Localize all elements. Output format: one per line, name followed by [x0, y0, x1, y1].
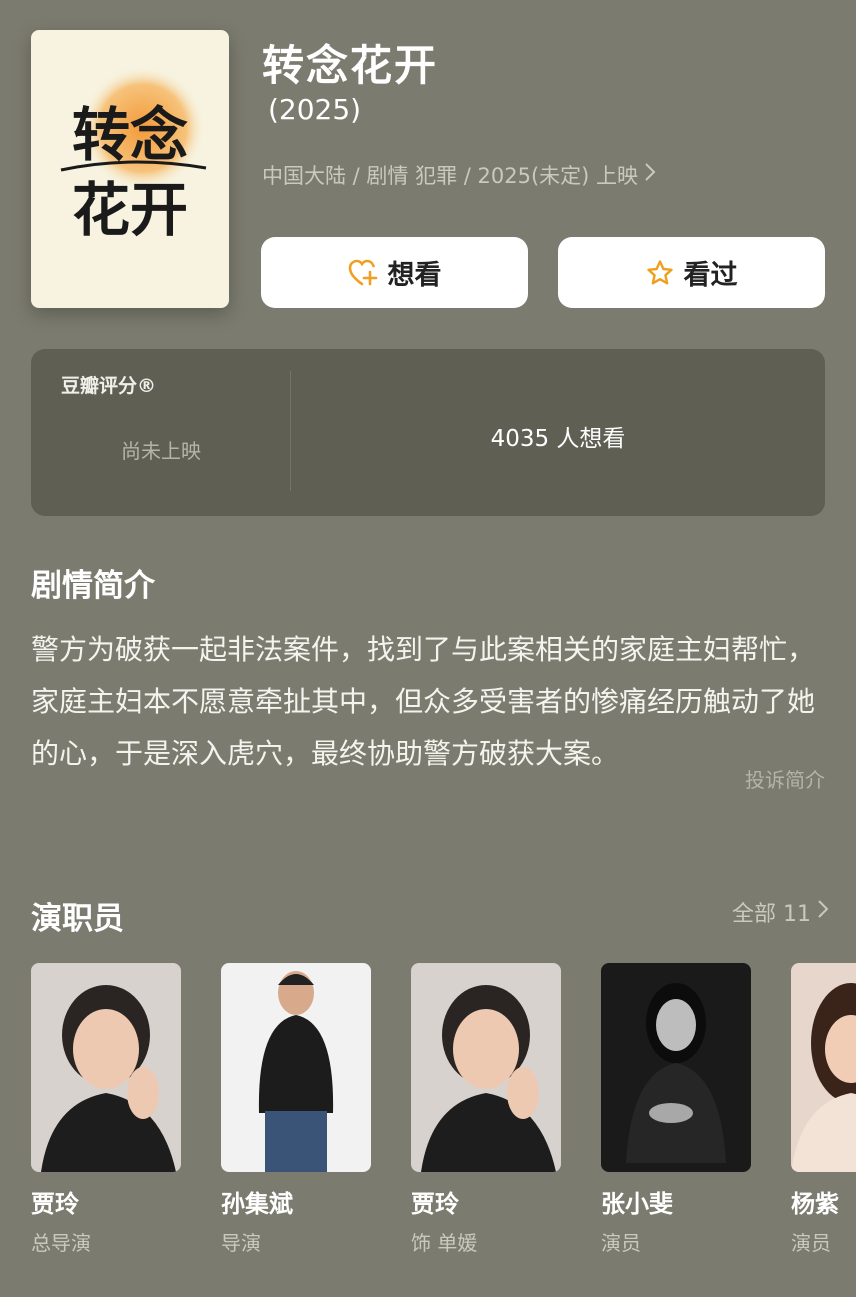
cast-card[interactable]: 杨紫 演员: [791, 963, 856, 1256]
watched-label: 看过: [683, 260, 738, 291]
cast-heading: 演职员: [31, 901, 124, 937]
poster-title-line1: 转念: [72, 101, 188, 169]
want-to-watch-label: 想看: [387, 260, 442, 291]
want-count: 4035 人想看: [490, 426, 626, 452]
cast-all-link[interactable]: 全部 11: [732, 896, 829, 928]
synopsis-body: 警方为破获一起非法案件，找到了与此案相关的家庭主妇帮忙，家庭主妇本不愿意牵扯其中…: [31, 633, 816, 770]
cast-photo: [791, 963, 856, 1172]
rating-card[interactable]: 豆瓣评分® 尚未上映 4035 人想看: [31, 349, 825, 516]
cast-name: 孙集斌: [221, 1190, 293, 1218]
star-icon: [646, 259, 674, 287]
cast-list[interactable]: 贾玲 总导演 孙集斌 导演 贾玲 饰 单媛 张小斐 演员 杨紫 演员: [31, 963, 856, 1263]
cast-card[interactable]: 贾玲 总导演: [31, 963, 181, 1256]
movie-meta-link[interactable]: 中国大陆 / 剧情 犯罪 / 2025(未定) 上映: [262, 160, 656, 190]
poster-title-line2: 花开: [72, 176, 188, 244]
cast-name: 贾玲: [411, 1190, 459, 1218]
cast-role: 演员: [601, 1231, 641, 1255]
cast-role: 导演: [221, 1231, 261, 1255]
cast-card[interactable]: 贾玲 饰 单媛: [411, 963, 561, 1256]
cast-card[interactable]: 张小斐 演员: [601, 963, 751, 1256]
cast-photo: [601, 963, 751, 1172]
movie-poster[interactable]: 转念 花开: [31, 30, 229, 308]
synopsis-heading: 剧情简介: [31, 568, 155, 604]
movie-detail-page: 转念 花开 转念花开 (2025) 中国大陆 / 剧情 犯罪 / 2025(未定…: [0, 0, 856, 1297]
heart-plus-icon: [348, 259, 378, 287]
want-to-watch-button[interactable]: 想看: [261, 237, 528, 308]
douban-rating-label: 豆瓣评分®: [61, 375, 157, 397]
cast-name: 贾玲: [31, 1190, 79, 1218]
rating-status: 尚未上映: [121, 439, 201, 463]
cast-role: 饰 单媛: [411, 1231, 478, 1255]
movie-title: 转念花开: [262, 41, 439, 90]
movie-year: (2025): [268, 93, 362, 126]
chevron-right-icon: [817, 899, 829, 925]
cast-card[interactable]: 孙集斌 导演: [221, 963, 371, 1256]
cast-all-label: 全部 11: [732, 902, 811, 927]
cast-name: 张小斐: [601, 1190, 673, 1218]
chevron-right-icon: [644, 162, 656, 188]
watched-button[interactable]: 看过: [558, 237, 825, 308]
cast-role: 演员: [791, 1231, 831, 1255]
cast-photo: [411, 963, 561, 1172]
cast-name: 杨紫: [791, 1190, 839, 1218]
movie-meta-text: 中国大陆 / 剧情 犯罪 / 2025(未定) 上映: [262, 164, 639, 188]
cast-role: 总导演: [31, 1231, 91, 1255]
report-synopsis-link[interactable]: 投诉简介: [745, 764, 825, 793]
cast-photo: [31, 963, 181, 1172]
cast-photo: [221, 963, 371, 1172]
